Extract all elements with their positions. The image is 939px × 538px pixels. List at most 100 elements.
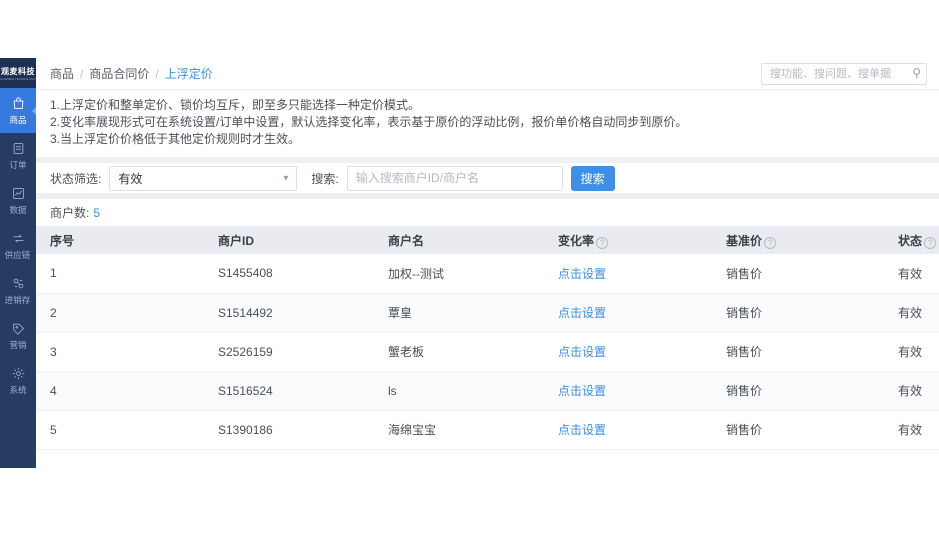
- help-icon[interactable]: ?: [596, 236, 609, 249]
- status-cell: 有效: [884, 254, 939, 294]
- column-header: 商户ID: [204, 226, 374, 254]
- change-rate-link[interactable]: 点击设置: [544, 371, 712, 411]
- merchant-id-cell: S1390186: [204, 410, 374, 450]
- breadcrumb: 商品 / 商品合同价 / 上浮定价: [50, 65, 213, 82]
- table-row: 2 S1514492 覃皇 点击设置 销售价 有效: [36, 293, 939, 333]
- row-index: 5: [36, 410, 204, 450]
- breadcrumb-bar: 商品 / 商品合同价 / 上浮定价 ⚲: [36, 58, 939, 90]
- orders-icon: [11, 140, 26, 156]
- search-button[interactable]: 搜索: [570, 165, 615, 191]
- status-cell: 有效: [884, 410, 939, 450]
- sidebar-item-7[interactable]: 系统: [0, 358, 36, 403]
- base-price-cell: 销售价: [712, 254, 884, 294]
- search-filter-label: 搜索:: [311, 171, 339, 186]
- global-search-input[interactable]: [761, 62, 927, 85]
- table-row: 1 S1455408 加权--测试 点击设置 销售价 有效: [36, 254, 939, 294]
- sidebar-item-5[interactable]: 进销存: [0, 268, 36, 313]
- brand-logo: 观麦科技 GUANMAI TECHNOLOGY: [0, 58, 36, 88]
- inventory-icon: [11, 275, 26, 291]
- merchant-name-cell: 加权--测试: [374, 254, 544, 294]
- base-price-cell: 销售价: [712, 371, 884, 411]
- change-rate-link[interactable]: 点击设置: [544, 254, 712, 294]
- base-price-cell: 销售价: [712, 410, 884, 450]
- table-row: 4 S1516524 ls 点击设置 销售价 有效: [36, 371, 939, 411]
- marketing-tag-icon: [11, 320, 26, 336]
- system-gear-icon: [11, 365, 26, 381]
- merchant-search-input[interactable]: [346, 165, 563, 191]
- filter-bar: 状态筛选: 有效 ▾ 搜索: 搜索: [36, 163, 939, 199]
- status-filter-value: 有效: [118, 171, 143, 186]
- merchant-count-bar: 商户数: 5: [36, 199, 939, 226]
- status-cell: 有效: [884, 293, 939, 333]
- table-body: 1 S1455408 加权--测试 点击设置 销售价 有效 2 S1514492 覃皇 点击设置销…: [36, 254, 939, 450]
- column-header: 状态?: [884, 226, 939, 254]
- merchant-name-cell: 海绵宝宝: [374, 410, 544, 450]
- sidebar-item-label: 供应链: [5, 250, 31, 260]
- chevron-down-icon: ▾: [283, 172, 289, 184]
- goods-icon: [11, 95, 26, 111]
- row-index: 3: [36, 332, 204, 372]
- change-rate-link[interactable]: 点击设置: [544, 293, 712, 333]
- table-header-row: 序号 商户ID 商户名 变化率? 基准价? 状态?: [36, 226, 939, 254]
- status-filter-select[interactable]: 有效 ▾: [109, 165, 298, 191]
- supply-chain-icon: [11, 230, 26, 246]
- merchant-name-cell: 覃皇: [374, 293, 544, 333]
- breadcrumb-item-2[interactable]: 商品合同价: [89, 65, 149, 82]
- merchant-name-cell: ls: [374, 371, 544, 411]
- help-icon[interactable]: ?: [764, 236, 777, 249]
- column-header: 基准价?: [712, 226, 884, 254]
- column-header: 序号: [36, 226, 204, 254]
- note-line-3: 3.当上浮定价价格低于其他定价规则时才生效。: [50, 132, 301, 146]
- change-rate-link[interactable]: 点击设置: [544, 410, 712, 450]
- sidebar-item-3[interactable]: 数据: [0, 178, 36, 223]
- sidebar-item-2[interactable]: 订单: [0, 133, 36, 178]
- note-line-2: 2.变化率展现形式可在系统设置/订单中设置，默认选择变化率，表示基于原价的浮动比…: [50, 115, 688, 129]
- sidebar-item-label: 营销: [9, 340, 27, 350]
- sidebar-item-1[interactable]: 商品: [0, 88, 36, 133]
- app-window: 观麦科技 GUANMAI TECHNOLOGY 商品订单数据供应链进销存营销系统…: [0, 58, 939, 477]
- data-chart-icon: [11, 185, 26, 201]
- merchant-id-cell: S1514492: [204, 293, 374, 333]
- brand-logo-subtext: GUANMAI TECHNOLOGY: [0, 76, 36, 81]
- sidebar-item-6[interactable]: 营销: [0, 313, 36, 358]
- sidebar: 观麦科技 GUANMAI TECHNOLOGY 商品订单数据供应链进销存营销系统: [0, 58, 36, 468]
- table-footer-space: [36, 449, 939, 477]
- base-price-cell: 销售价: [712, 332, 884, 372]
- global-search: ⚲: [761, 62, 927, 85]
- breadcrumb-separator: /: [155, 66, 159, 81]
- status-cell: 有效: [884, 332, 939, 372]
- sidebar-item-label: 系统: [9, 385, 27, 395]
- row-index: 2: [36, 293, 204, 333]
- column-header: 变化率?: [544, 226, 712, 254]
- breadcrumb-item-1[interactable]: 商品: [50, 65, 74, 82]
- status-filter-label: 状态筛选:: [50, 171, 102, 186]
- breadcrumb-item-3[interactable]: 上浮定价: [165, 65, 213, 82]
- column-header: 商户名: [374, 226, 544, 254]
- sidebar-item-label: 商品: [9, 115, 27, 125]
- merchant-table: 序号 商户ID 商户名 变化率? 基准价? 状态? 1 S1455408 加权--测试 点击设置…: [36, 226, 939, 450]
- table-row: 5 S1390186 海绵宝宝 点击设置 销售价 有效: [36, 410, 939, 450]
- base-price-cell: 销售价: [712, 293, 884, 333]
- help-icon[interactable]: ?: [924, 236, 937, 249]
- row-index: 1: [36, 254, 204, 294]
- sidebar-item-label: 数据: [9, 205, 27, 215]
- merchant-id-cell: S1516524: [204, 371, 374, 411]
- search-icon[interactable]: ⚲: [912, 66, 921, 80]
- merchant-id-cell: S1455408: [204, 254, 374, 294]
- sidebar-item-4[interactable]: 供应链: [0, 223, 36, 268]
- status-cell: 有效: [884, 371, 939, 411]
- change-rate-link[interactable]: 点击设置: [544, 332, 712, 372]
- merchant-count-value: 5: [93, 205, 101, 220]
- row-index: 4: [36, 371, 204, 411]
- merchant-name-cell: 蟹老板: [374, 332, 544, 372]
- note-line-1: 1.上浮定价和整单定价、锁价均互斥，即至多只能选择一种定价模式。: [50, 98, 421, 112]
- main-content: 商品 / 商品合同价 / 上浮定价 ⚲ 1.上浮定价和整单定价、锁价均互斥，即至多只能选…: [36, 58, 939, 477]
- breadcrumb-separator: /: [80, 66, 84, 81]
- sidebar-item-label: 进销存: [5, 295, 31, 305]
- brand-logo-text: 观麦科技: [1, 66, 35, 76]
- pricing-notes: 1.上浮定价和整单定价、锁价均互斥，即至多只能选择一种定价模式。 2.变化率展现…: [36, 90, 939, 163]
- merchant-count-label: 商户数:: [50, 206, 90, 220]
- table-row: 3 S2526159 蟹老板 点击设置 销售价 有效: [36, 332, 939, 372]
- merchant-id-cell: S2526159: [204, 332, 374, 372]
- sidebar-nav: 商品订单数据供应链进销存营销系统: [0, 88, 36, 468]
